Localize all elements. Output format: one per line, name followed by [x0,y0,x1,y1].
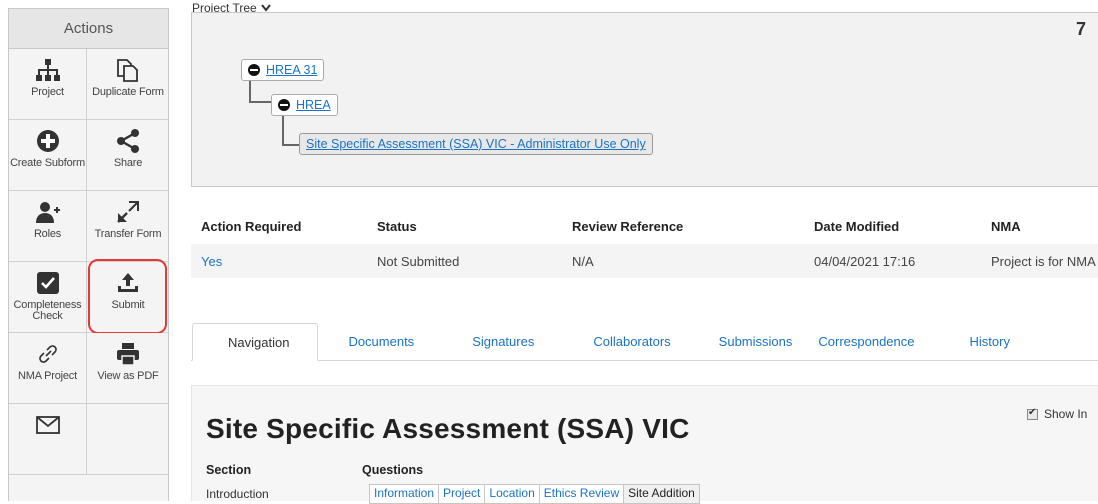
collapse-icon[interactable] [278,99,290,111]
header-cell: Action Required [201,218,302,234]
checkbox-icon [35,270,61,296]
actions-panel: Actions Project Duplicate Form Create Su… [8,8,169,501]
question-link-information[interactable]: Information [369,484,440,504]
action-label: View as PDF [97,370,159,382]
action-label: Create Subform [10,157,85,169]
tree-connector [249,101,271,103]
page-title: Site Specific Assessment (SSA) VIC [206,413,690,444]
action-completeness-check-button[interactable]: Completeness Check [9,262,87,333]
tree-corner-text: 7 [1075,19,1086,39]
action-transfer-form-button[interactable]: Transfer Form [87,191,168,262]
duplicate-icon [115,57,141,83]
project-tree-panel: 7 HREA 31 HREA Site Specific Assessment … [191,12,1098,187]
action-submit-button[interactable]: Submit [87,259,168,334]
summary-table: Action Required Status Review Reference … [191,208,1098,278]
tab-documents[interactable]: Documents [348,323,414,360]
tab-submissions[interactable]: Submissions [719,323,793,360]
tree-node-child[interactable]: HREA [271,94,338,116]
summary-value-row: Yes Not Submitted N/A 04/04/2021 17:16 P… [191,244,1098,278]
tree-node-link[interactable]: HREA [296,98,331,112]
action-label: Roles [33,228,62,240]
question-link-project[interactable]: Project [438,484,486,504]
action-label: Share [113,157,143,169]
tree-node-root[interactable]: HREA 31 [241,59,325,81]
share-icon [115,128,141,154]
tree-node-leaf[interactable]: Site Specific Assessment (SSA) VIC - Adm… [299,133,653,155]
summary-header-row: Action Required Status Review Reference … [191,208,1098,244]
printer-icon [115,341,141,367]
action-share-button[interactable]: Share [87,120,168,191]
tab-navigation[interactable]: Navigation [192,323,319,361]
header-cell: Date Modified [814,218,900,234]
tab-history[interactable]: History [970,323,1010,360]
action-label: Duplicate Form [92,86,164,98]
navigation-panel: Show In Site Specific Assessment (SSA) V… [191,385,1098,504]
action-nma-project-button[interactable]: NMA Project [9,333,87,404]
transfer-icon [115,199,141,225]
tree-node-link[interactable]: HREA 31 [266,63,317,77]
header-cell: NMA [991,218,1021,234]
tab-correspondence[interactable]: Correspondence [818,323,914,360]
section-introduction: Introduction [206,487,269,501]
date-modified-value: 04/04/2021 17:16 [814,253,916,269]
tree-node-link[interactable]: Site Specific Assessment (SSA) VIC - Adm… [306,137,646,151]
question-link-location[interactable]: Location [484,484,540,504]
action-roles-button[interactable]: Roles [9,191,87,262]
action-project-button[interactable]: Project [9,49,87,120]
tab-collaborators[interactable]: Collaborators [593,323,670,360]
collapse-icon[interactable] [248,64,260,76]
nma-value: Project is for NMA [991,253,1096,269]
questions-column-header: Questions [362,463,424,477]
actions-header: Actions [9,9,168,49]
action-label: Completeness Check [13,299,82,322]
actions-grid: Project Duplicate Form Create Subform Sh… [9,49,168,475]
action-email-button[interactable] [9,404,87,475]
checkbox-checked-icon[interactable] [1027,407,1038,420]
header-cell: Review Reference [572,218,684,234]
tree-connector [282,144,300,146]
envelope-icon [35,412,61,438]
action-required-link[interactable]: Yes [191,254,361,269]
header-cell: Status [377,218,417,234]
action-create-subform-button[interactable]: Create Subform [9,120,87,191]
plus-circle-icon [35,128,61,154]
action-duplicate-form-button[interactable]: Duplicate Form [87,49,168,120]
action-label: NMA Project [18,370,77,382]
tree-connector [282,114,284,145]
question-links: Information Project Location Ethics Revi… [369,484,700,504]
question-link-ethics-review[interactable]: Ethics Review [538,484,625,504]
action-view-as-pdf-button[interactable]: View as PDF [87,333,168,404]
section-column-header: Section [206,463,252,477]
action-label: Transfer Form [94,228,162,240]
status-value: Not Submitted [377,253,460,269]
action-label: Submit [111,299,145,311]
sitemap-icon [35,57,61,83]
show-inactive-label: Show In [1044,407,1088,421]
review-reference-value: N/A [572,253,594,269]
form-tabs: Navigation Documents Signatures Collabor… [191,323,1098,361]
action-empty-cell [87,404,168,475]
upload-icon [115,270,141,296]
question-link-site-addition[interactable]: Site Addition [623,484,700,504]
show-inactive-checkbox[interactable]: Show In [1027,407,1087,421]
tab-signatures[interactable]: Signatures [472,323,534,360]
user-plus-icon [35,199,61,225]
link-icon [35,341,61,367]
action-label: Project [31,86,64,98]
